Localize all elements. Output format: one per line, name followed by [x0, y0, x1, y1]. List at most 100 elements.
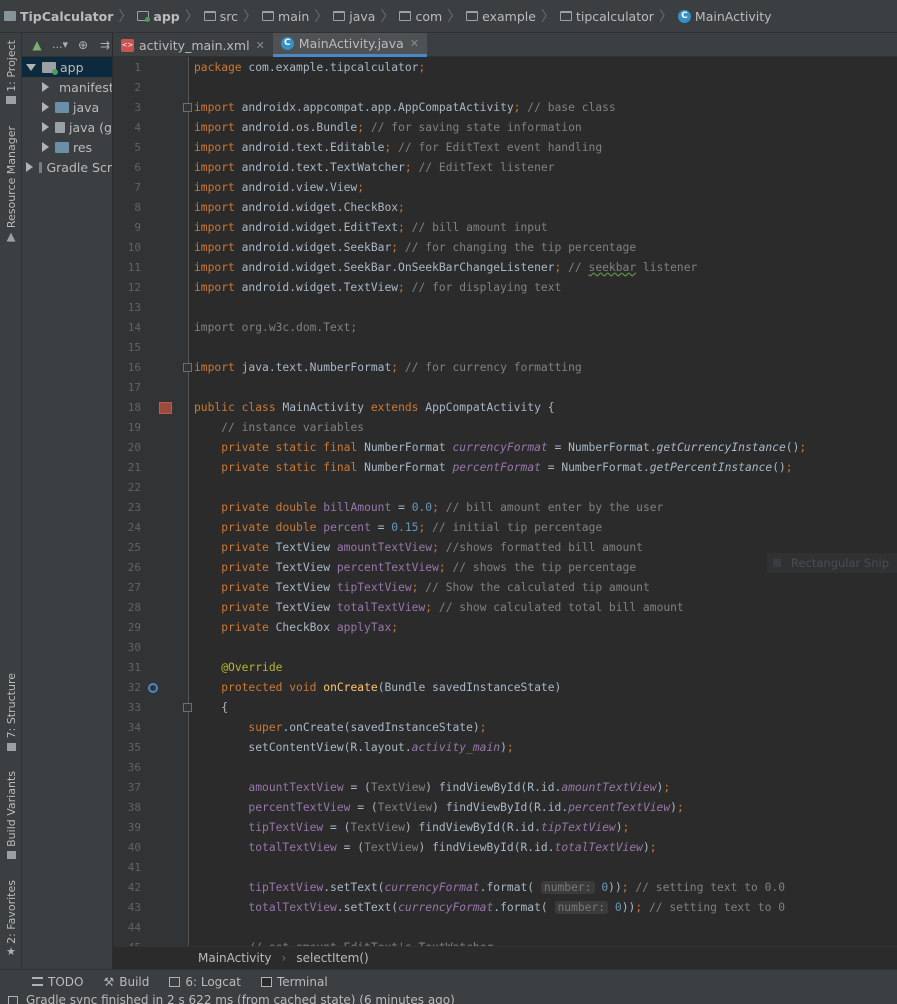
code-line: protected void onCreate(Bundle savedInst… [221, 681, 562, 694]
build-variants-tab-label: Build Variants [4, 771, 18, 847]
line-number: 23 [127, 501, 141, 514]
line-number: 30 [127, 641, 141, 654]
tree-item-app[interactable]: app [22, 57, 112, 77]
code-line: // instance variables [221, 421, 365, 434]
locate-target-icon[interactable]: ⊕ [76, 38, 90, 52]
line-number: 25 [127, 541, 141, 554]
folder-icon [55, 101, 69, 113]
tab-mainactivity-java[interactable]: C MainActivity.java ✕ [272, 33, 427, 57]
nav-crumb-com[interactable]: com [399, 0, 442, 32]
tree-item-label: manifests [59, 79, 112, 95]
line-number: 33 [127, 701, 141, 714]
tree-item-java-generated[interactable]: java (g [22, 117, 112, 137]
build-variants-tab[interactable]: Build Variants [0, 771, 22, 859]
module-icon [137, 11, 151, 22]
snip-hint-label: Rectangular Snip [791, 556, 890, 570]
chevron-right-icon: 〉 [243, 9, 258, 25]
chevron-right-icon [26, 162, 33, 172]
nav-crumb-tipcalculator[interactable]: tipcalculator [559, 0, 654, 32]
java-class-icon: C [677, 9, 691, 23]
nav-crumb-app[interactable]: app [137, 0, 180, 32]
fold-marker-icon[interactable] [183, 363, 192, 372]
folder-icon [399, 11, 412, 21]
nav-crumb-java[interactable]: java [333, 0, 375, 32]
chevron-right-icon [42, 102, 49, 112]
nav-crumb-src[interactable]: src [203, 0, 239, 32]
chevron-right-icon: 〉 [314, 9, 329, 25]
line-number: 10 [127, 241, 141, 254]
tree-item-java[interactable]: java [22, 97, 112, 117]
folder-icon [203, 11, 216, 21]
nav-crumb-label: example [482, 8, 536, 24]
code-line: totalTextView.setText(currencyFormat.for… [248, 901, 785, 914]
build-tool-button[interactable]: ⚒ Build [103, 975, 149, 989]
close-icon[interactable]: ✕ [256, 39, 265, 52]
line-number: 32 [127, 681, 141, 694]
project-view-dropdown-label: ... [51, 38, 63, 51]
code-line: @Override [221, 661, 283, 674]
chevron-right-icon: 〉 [380, 9, 395, 25]
code-line: super.onCreate(savedInstanceState); [248, 721, 487, 734]
project-view-dropdown[interactable]: ... ▾ [52, 38, 68, 52]
line-number: 5 [134, 141, 141, 154]
close-icon[interactable]: ✕ [410, 37, 419, 50]
code-line: { [194, 701, 229, 714]
project-icon [4, 11, 16, 21]
tree-item-label: java [73, 99, 100, 115]
logcat-tool-button[interactable]: 6: Logcat [169, 975, 241, 989]
todo-tool-button[interactable]: TODO [32, 975, 83, 989]
tree-item-manifests[interactable]: manifests [22, 77, 112, 97]
resources-icon [6, 232, 16, 242]
chevron-right-icon: 〉 [447, 9, 462, 25]
resource-manager-tab[interactable]: Resource Manager [0, 125, 22, 243]
left-tool-strip: 1: Project Resource Manager 7: Structure… [0, 33, 22, 969]
code-line: import android.text.Editable; // for Edi… [194, 141, 603, 154]
code-line: import android.widget.CheckBox; [194, 201, 405, 214]
nav-crumb-project[interactable]: TipCalculator [4, 0, 114, 32]
nav-crumb-main[interactable]: main [262, 0, 309, 32]
snip-icon [773, 559, 781, 567]
tab-activity-main-xml[interactable]: <> activity_main.xml ✕ [113, 33, 273, 57]
line-number: 16 [127, 361, 141, 374]
class-gutter-icon[interactable] [159, 402, 172, 414]
code-line: public class MainActivity extends AppCom… [194, 401, 555, 414]
code-line: // set amount EditText's TextWatcher [194, 938, 493, 946]
tool-windows-toggle-icon[interactable] [8, 996, 18, 1004]
line-number: 19 [127, 421, 141, 434]
nav-crumb-label: TipCalculator [20, 8, 114, 24]
favorites-tool-tab-label: 2: Favorites [4, 879, 18, 944]
folder-icon [6, 95, 16, 104]
editor-tab-bar: <> activity_main.xml ✕ C MainActivity.ja… [113, 33, 897, 57]
folder-icon [333, 11, 346, 21]
tree-item-gradle-scripts[interactable]: Gradle Scr [22, 157, 112, 177]
code-line: package com.example.tipcalculator; [194, 61, 426, 74]
chevron-right-icon: 〉 [184, 9, 199, 25]
code-editor[interactable]: 1 2 3 4 5 6 7 8 9 10 11 12 13 14 15 16 17 18 19 20 21 22 23 24 2… [113, 57, 897, 946]
collapse-icon[interactable]: ⇉ [98, 38, 112, 52]
terminal-tool-button[interactable]: Terminal [260, 975, 328, 989]
line-number: 4 [134, 121, 141, 134]
favorites-tool-tab[interactable]: 2: Favorites ★ [0, 879, 22, 959]
project-tool-tab[interactable]: 1: Project [0, 39, 22, 105]
nav-crumb-label: app [153, 8, 180, 24]
star-icon: ★ [6, 945, 16, 959]
folder-icon [466, 11, 479, 21]
editor-gutter: 1 2 3 4 5 6 7 8 9 10 11 12 13 14 15 16 17 18 19 20 21 22 23 24 2… [113, 57, 192, 946]
structure-tool-tab[interactable]: 7: Structure [0, 673, 22, 751]
nav-crumb-mainactivity[interactable]: C MainActivity [677, 0, 772, 32]
code-line: amountTextView = (TextView) findViewById… [248, 781, 671, 794]
nav-crumb-example[interactable]: example [466, 0, 536, 32]
code-line: private TextView amountTextView; //shows… [221, 541, 643, 554]
line-number: 38 [127, 801, 141, 814]
tree-item-res[interactable]: res [22, 137, 112, 157]
project-tool-tab-label: 1: Project [4, 40, 18, 92]
fold-marker-icon[interactable] [183, 103, 192, 112]
fold-marker-icon[interactable] [183, 703, 192, 712]
nav-crumb-label: src [219, 8, 239, 24]
breadcrumb-method[interactable]: selectItem() [296, 951, 368, 965]
chevron-right-icon [42, 122, 49, 132]
override-gutter-icon[interactable] [148, 683, 158, 693]
chevron-right-icon: › [281, 951, 287, 965]
line-number: 26 [127, 561, 141, 574]
breadcrumb-class[interactable]: MainActivity [198, 951, 272, 965]
